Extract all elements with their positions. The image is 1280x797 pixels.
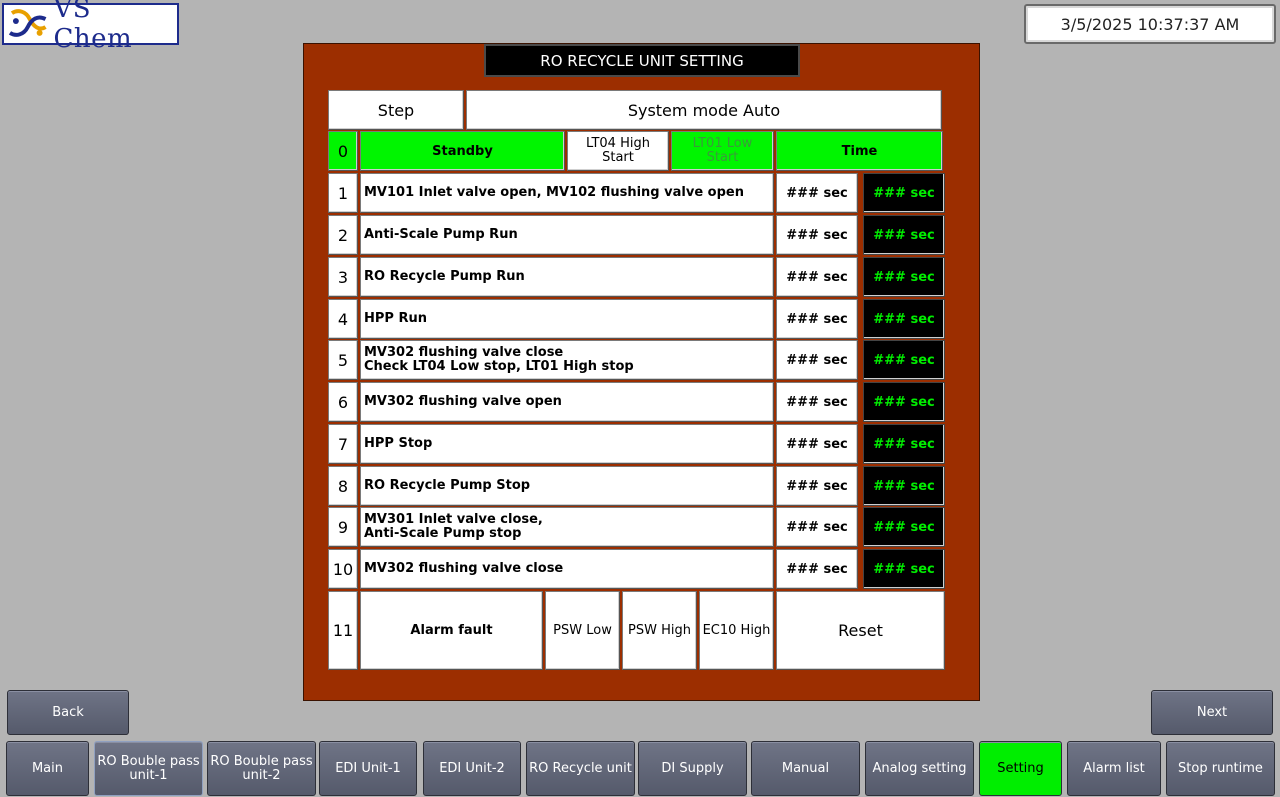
step-header: Step [328,90,464,130]
step-time-actual: ### sec [863,299,945,339]
step-description: HPP Stop [360,424,774,464]
step-description: MV302 flushing valve close Check LT04 Lo… [360,340,774,380]
step-number: 8 [328,466,358,506]
step-time-actual: ### sec [863,382,945,422]
nav-edi-unit-1[interactable]: EDI Unit-1 [319,741,417,796]
step-time-setpoint[interactable]: ### sec [776,466,858,506]
vs-chem-logo-icon [8,9,47,37]
lt01-low-start-indicator: LT01 Low Start [671,131,774,171]
next-button[interactable]: Next [1151,690,1273,735]
ec10-high-indicator: EC10 High [699,591,774,670]
nav-manual[interactable]: Manual [751,741,860,796]
standby-indicator: Standby [360,131,565,171]
reset-button[interactable]: Reset [776,591,945,670]
step-number: 1 [328,173,358,213]
screen-title: RO RECYCLE UNIT SETTING [484,44,800,77]
step-description: RO Recycle Pump Run [360,257,774,297]
step-time-actual: ### sec [863,340,945,380]
datetime-display: 3/5/2025 10:37:37 AM [1024,4,1276,44]
step-time-setpoint[interactable]: ### sec [776,424,858,464]
step-description: MV302 flushing valve open [360,382,774,422]
nav-ro-recycle-unit[interactable]: RO Recycle unit [526,741,635,796]
lt04-high-start-indicator: LT04 High Start [567,131,669,171]
step-time-actual: ### sec [863,215,945,255]
step-time-setpoint[interactable]: ### sec [776,507,858,547]
step-time-actual: ### sec [863,507,945,547]
step-number: 4 [328,299,358,339]
step-time-setpoint[interactable]: ### sec [776,340,858,380]
alarm-fault-indicator: Alarm fault [360,591,543,670]
step-time-actual: ### sec [863,466,945,506]
step-number: 3 [328,257,358,297]
step-time-actual: ### sec [863,257,945,297]
system-mode-display: System mode Auto [466,90,942,130]
step-time-actual: ### sec [863,424,945,464]
step-description: MV101 Inlet valve open, MV102 flushing v… [360,173,774,213]
step-number: 11 [328,591,358,670]
step-number: 10 [328,549,358,589]
nav-setting[interactable]: Setting [979,741,1062,796]
nav-main[interactable]: Main [6,741,89,796]
time-header: Time [776,131,943,171]
step-number: 0 [328,131,358,171]
nav-ro-double-pass-unit-1[interactable]: RO Bouble pass unit-1 [94,741,203,796]
psw-low-indicator: PSW Low [545,591,620,670]
step-time-setpoint[interactable]: ### sec [776,382,858,422]
step-number: 2 [328,215,358,255]
step-number: 5 [328,340,358,380]
step-description: MV302 flushing valve close [360,549,774,589]
nav-di-supply[interactable]: DI Supply [638,741,747,796]
step-time-setpoint[interactable]: ### sec [776,215,858,255]
nav-edi-unit-2[interactable]: EDI Unit-2 [423,741,521,796]
step-number: 6 [328,382,358,422]
step-number: 9 [328,507,358,547]
step-time-setpoint[interactable]: ### sec [776,173,858,213]
nav-stop-runtime[interactable]: Stop runtime [1166,741,1275,796]
logo-text: VS Chem [53,0,133,54]
step-time-actual: ### sec [863,173,945,213]
step-number: 7 [328,424,358,464]
nav-analog-setting[interactable]: Analog setting [865,741,974,796]
step-time-setpoint[interactable]: ### sec [776,549,858,589]
step-description: HPP Run [360,299,774,339]
step-description: Anti-Scale Pump Run [360,215,774,255]
step-description: RO Recycle Pump Stop [360,466,774,506]
company-logo: VS Chem [2,0,179,54]
psw-high-indicator: PSW High [622,591,697,670]
step-description: MV301 Inlet valve close, Anti-Scale Pump… [360,507,774,547]
step-time-setpoint[interactable]: ### sec [776,299,858,339]
back-button[interactable]: Back [7,690,129,735]
nav-alarm-list[interactable]: Alarm list [1067,741,1161,796]
nav-ro-double-pass-unit-2[interactable]: RO Bouble pass unit-2 [207,741,316,796]
step-time-actual: ### sec [863,549,945,589]
step-time-setpoint[interactable]: ### sec [776,257,858,297]
